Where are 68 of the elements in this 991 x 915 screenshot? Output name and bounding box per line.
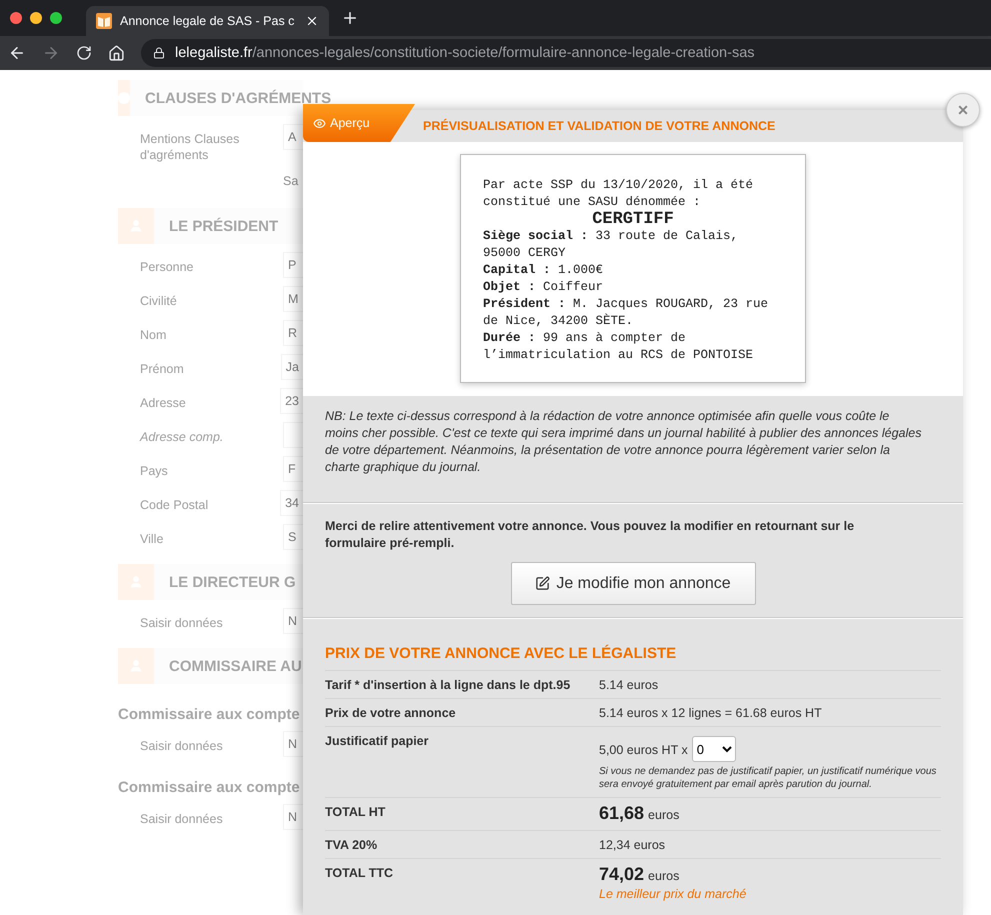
close-button[interactable]: × xyxy=(946,93,980,127)
price-label: Tarif * d'insertion à la ligne dans le dpt.95 xyxy=(325,677,572,692)
field-label: Personne xyxy=(140,259,195,275)
company-name: CERGTIFF xyxy=(591,211,675,228)
preview-tab[interactable]: Aperçu xyxy=(303,104,415,142)
field-label: Prénom xyxy=(140,361,185,377)
price-label: Justificatif papier xyxy=(325,733,430,750)
currency-unit: euros xyxy=(648,869,680,883)
field-label: Adresse comp. xyxy=(140,429,224,445)
home-icon[interactable] xyxy=(108,44,125,62)
maximize-window-icon[interactable] xyxy=(50,12,62,24)
total-amount: 74,02 xyxy=(599,864,644,885)
field-label: Ville xyxy=(140,531,164,547)
close-icon[interactable] xyxy=(305,14,319,28)
price-note: Si vous ne demandez pas de justificatif papier, un justificatif numérique vous sera envoyé gratuitement par email après parution du journal. xyxy=(599,765,938,791)
price-label: TOTAL TTC xyxy=(325,865,394,882)
forward-icon[interactable] xyxy=(42,44,60,62)
currency-unit: euros xyxy=(648,808,680,822)
address-bar[interactable]: lelegaliste.fr/annonces-legales/constitution-societe/formulaire-annonce-legale-creation-sas xyxy=(141,39,991,67)
announcement-text: Siège social : 33 route de Calais, 95000 CERGY xyxy=(483,228,740,262)
price-label: Prix de votre annonce xyxy=(325,705,457,720)
announcement-text: Objet : Coiffeur xyxy=(483,279,604,296)
price-tagline: Le meilleur prix du marché xyxy=(599,887,748,901)
eye-icon xyxy=(313,116,326,130)
minimize-window-icon[interactable] xyxy=(30,12,42,24)
field-label: Saisir données xyxy=(140,738,224,754)
edit-button[interactable]: Je modifie mon annonce xyxy=(510,562,756,605)
field-label: Adresse xyxy=(140,395,187,411)
field-label: Mentions Clauses d'agréments xyxy=(140,131,240,163)
review-text: Merci de relire attentivement votre annonce. Vous pouvez la modifier en retournant sur le formulaire pré-rempli. xyxy=(325,518,856,552)
section-title: CLAUSES D'AGRÉMENTS xyxy=(145,90,332,106)
subsection-title: Commissaire aux compte xyxy=(118,779,301,796)
book-icon xyxy=(96,13,112,29)
reload-icon[interactable] xyxy=(76,45,92,61)
field-label: Civilité xyxy=(140,293,178,309)
subsection-title: Commissaire aux compte xyxy=(118,706,301,723)
announcement-text: Par acte SSP du 13/10/2020, il a été constitué une SASU dénommée : xyxy=(483,177,754,211)
price-value: 5.14 euros x 12 lignes = 61.68 euros HT xyxy=(599,705,823,720)
section-title: LE PRÉSIDENT xyxy=(169,218,278,234)
new-tab-icon[interactable] xyxy=(341,9,359,27)
modal-title: PRÉVISUALISATION ET VALIDATION DE VOTRE ANNONCE xyxy=(423,119,776,133)
lock-icon xyxy=(153,47,165,59)
disclaimer-text: NB: Le texte ci-dessus correspond à la rédaction de votre annonce optimisée afin quelle vous coûte le moins cher possible. C'est ce texte qui sera imprimé dans un journal habilité à publier des annonces légales de votre département. Néanmoins, la présentation de votre annonce pourra légèrement varier selon la charte graphique du journal. xyxy=(325,408,922,476)
edit-icon xyxy=(535,576,550,591)
announcement-text: Capital : 1.000€ xyxy=(483,262,604,279)
announcement-text: Durée : 99 ans à compter de l’immatriculation au RCS de PONTOISE xyxy=(483,330,754,364)
field-label: Code Postal xyxy=(140,497,210,513)
browser-tab[interactable]: Annonce legale de SAS - Pas c xyxy=(86,6,329,36)
section-title: COMMISSAIRE AU xyxy=(169,658,302,674)
price-value: 5,00 euros HT x xyxy=(599,742,688,757)
back-icon[interactable] xyxy=(8,44,26,62)
close-window-icon[interactable] xyxy=(10,12,22,24)
total-amount: 61,68 xyxy=(599,803,644,824)
price-value: 12,34 euros xyxy=(599,837,666,852)
form-note: Sa xyxy=(283,174,298,188)
field-label: Pays xyxy=(140,463,169,479)
section-title: LE DIRECTEUR G xyxy=(169,574,296,590)
quantity-select[interactable]: 0 xyxy=(692,736,736,762)
field-label: Saisir données xyxy=(140,615,224,631)
url-text: lelegaliste.fr/annonces-legales/constitution-societe/formulaire-annonce-legale-creation-sas xyxy=(175,45,755,61)
price-title: PRIX DE VOTRE ANNONCE AVEC LE LÉGALISTE xyxy=(325,645,678,662)
price-label: TVA 20% xyxy=(325,837,378,852)
field-label: Nom xyxy=(140,327,168,343)
tab-title: Annonce legale de SAS - Pas c xyxy=(120,14,296,28)
price-label: TOTAL HT xyxy=(325,804,386,821)
field-label: Saisir données xyxy=(140,811,224,827)
announcement-text: Président : M. Jacques ROUGARD, 23 rue de Nice, 34200 SÈTE. xyxy=(483,296,770,330)
price-value: 5.14 euros xyxy=(599,677,660,692)
